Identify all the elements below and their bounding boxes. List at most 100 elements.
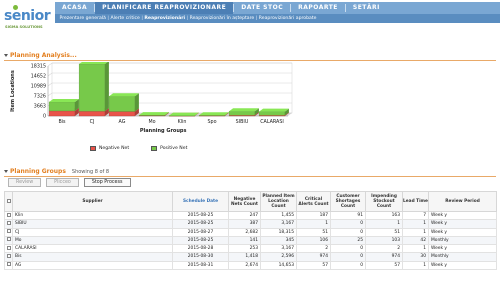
cell-date: 2015-08-28 [172,243,229,254]
col-review-period[interactable]: Review Period [428,191,497,212]
row-checkbox[interactable] [4,210,13,221]
col-customer-shortages[interactable]: Customer Shortages Count [330,191,366,212]
table-row[interactable]: Klin 2015-08-25 247 1,455 187 91 163 7 Week y [4,210,497,221]
collapse-arrow-icon[interactable] [4,54,8,57]
col-lead-time[interactable]: Lead Time [402,191,429,212]
table-row[interactable]: Bis 2015-08-30 1,418 2,596 974 0 974 30 Monthly [4,252,497,262]
chart-legend: Negative Net Positive Net [90,146,209,151]
tab-planificare-reaprovizionare[interactable]: PLANIFICARE REAPROVIZIONARE [95,2,234,14]
table-row[interactable]: CALARASI 2015-08-28 253 3,167 2 0 2 1 Week y [4,243,497,254]
cell-stockout: 2 [365,243,403,254]
section-divider [4,176,496,177]
col-impending-stockout[interactable]: Impending Stockout Count [365,191,403,212]
y-tick-label: 3663 [34,104,46,110]
x-tick-label: Spo [207,119,216,125]
tab-setari[interactable]: SETĂRI [346,2,387,14]
row-checkbox[interactable] [4,260,13,270]
col-negative-nets[interactable]: Negative Nets Count [228,191,261,212]
cell-stockout: 974 [365,252,403,262]
bar-Bis-positive [48,101,76,112]
bar-CJ-negative [78,110,106,117]
cell-planned: 14,653 [260,260,297,270]
cell-period: Week y [428,210,497,221]
y-tick-label: 0 [43,114,46,120]
cell-date: 2015-08-27 [172,227,229,237]
logo-tagline: SIGMA SOLUTIONS [5,25,43,29]
cell-period: Week y [428,219,497,229]
cell-lead: 1 [402,227,429,237]
cell-date: 2015-08-25 [172,210,229,221]
y-tick-label: 7326 [34,94,46,100]
x-tick-label: Klin [178,119,187,125]
cell-period: Monthly [428,252,497,262]
col-schedule-date[interactable]: Schedule Date [172,191,229,212]
row-checkbox[interactable] [4,235,13,246]
cell-critical: 187 [296,210,331,221]
y-tick-label: 10989 [31,84,46,90]
select-all-checkbox[interactable] [4,191,13,212]
bar-top [169,112,199,116]
cell-stockout: 163 [365,210,403,221]
row-checkbox[interactable] [4,219,13,229]
legend-swatch-positive [151,146,158,151]
row-checkbox[interactable] [4,243,13,254]
cell-stockout: 103 [365,235,403,246]
cell-critical: 57 [296,260,331,270]
x-tick-label: AG [119,119,126,125]
bar-top [259,108,289,112]
cell-shortage: 0 [330,252,366,262]
subtab-reaprovizionari[interactable]: Reaprovizionări [143,16,187,21]
cell-stockout: 51 [365,227,403,237]
bar-top [109,93,139,97]
cell-lead: 1 [402,219,429,229]
cell-lead: 1 [402,243,429,254]
x-axis-label: Planning Groups [140,128,187,134]
col-supplier[interactable]: Supplier [12,191,173,212]
section-divider [4,60,496,61]
cell-neg: 141 [228,235,261,246]
cell-lead: 7 [402,210,429,221]
table-row[interactable]: Mo 2015-08-25 141 345 106 25 103 42 Monthly [4,235,497,246]
row-checkbox[interactable] [4,227,13,237]
cell-shortage: 91 [330,210,366,221]
col-planned-item-location[interactable]: Planned Item Location Count [260,191,297,212]
planning-groups-table: Supplier Schedule Date Negative Nets Cou… [4,191,497,270]
planning-analysis-header[interactable]: Planning Analysis ... [4,51,77,60]
table-row[interactable]: AG 2015-08-31 2,674 14,653 57 0 57 1 Week y [4,260,497,270]
row-checkbox[interactable] [4,252,13,262]
subtab-prezentare-generala[interactable]: Prezentare generală [58,16,107,21]
review-button[interactable]: Review [8,178,42,187]
bar-top [139,112,169,116]
tab-date-stoc[interactable]: DATE STOC [234,2,290,14]
cell-critical: 106 [296,235,331,246]
bar-CJ-positive [78,63,106,112]
cell-shortage: 0 [330,227,366,237]
bar-top [49,98,79,102]
table-row[interactable]: CJ 2015-08-27 2,682 18,315 51 0 51 1 Week y [4,227,497,237]
cell-neg: 1,418 [228,252,261,262]
stop-process-button[interactable]: Stop Process [83,178,131,187]
subtab-reaprovizionari-aprobate[interactable]: Reaprovizionări aprobate [257,16,318,21]
tab-acasa[interactable]: ACASA [55,2,94,14]
subtab-alerte-critice[interactable]: Alerte critice [109,16,141,21]
cell-supplier: CALARASI [12,243,173,254]
cell-date: 2015-08-25 [172,235,229,246]
col-critical-alerts[interactable]: Critical Alerts Count [296,191,331,212]
cell-supplier: AG [12,260,173,270]
cell-lead: 30 [402,252,429,262]
plicceo-button[interactable]: Plicceo [46,178,79,187]
tab-rapoarte[interactable]: RAPOARTE [291,2,345,14]
cell-lead: 1 [402,260,429,270]
subtab-reaprovizionari-in-asteptare[interactable]: Reaprovizionări în așteptare [188,16,256,21]
collapse-arrow-icon[interactable] [4,170,8,173]
table-row[interactable]: SIBIU 2015-08-25 387 3,167 1 0 1 1 Week y [4,219,497,229]
showing-count: Showing 8 of 8 [71,168,110,175]
cell-lead: 42 [402,235,429,246]
bar-side [134,93,139,112]
cell-shortage: 25 [330,235,366,246]
logo-wordmark: senior [4,8,51,24]
cell-shortage: 0 [330,260,366,270]
cell-supplier: Bis [12,252,173,262]
planning-groups-title: Planning Groups [10,168,66,175]
planning-groups-header[interactable]: Planning Groups Showing 8 of 8 [4,167,109,176]
